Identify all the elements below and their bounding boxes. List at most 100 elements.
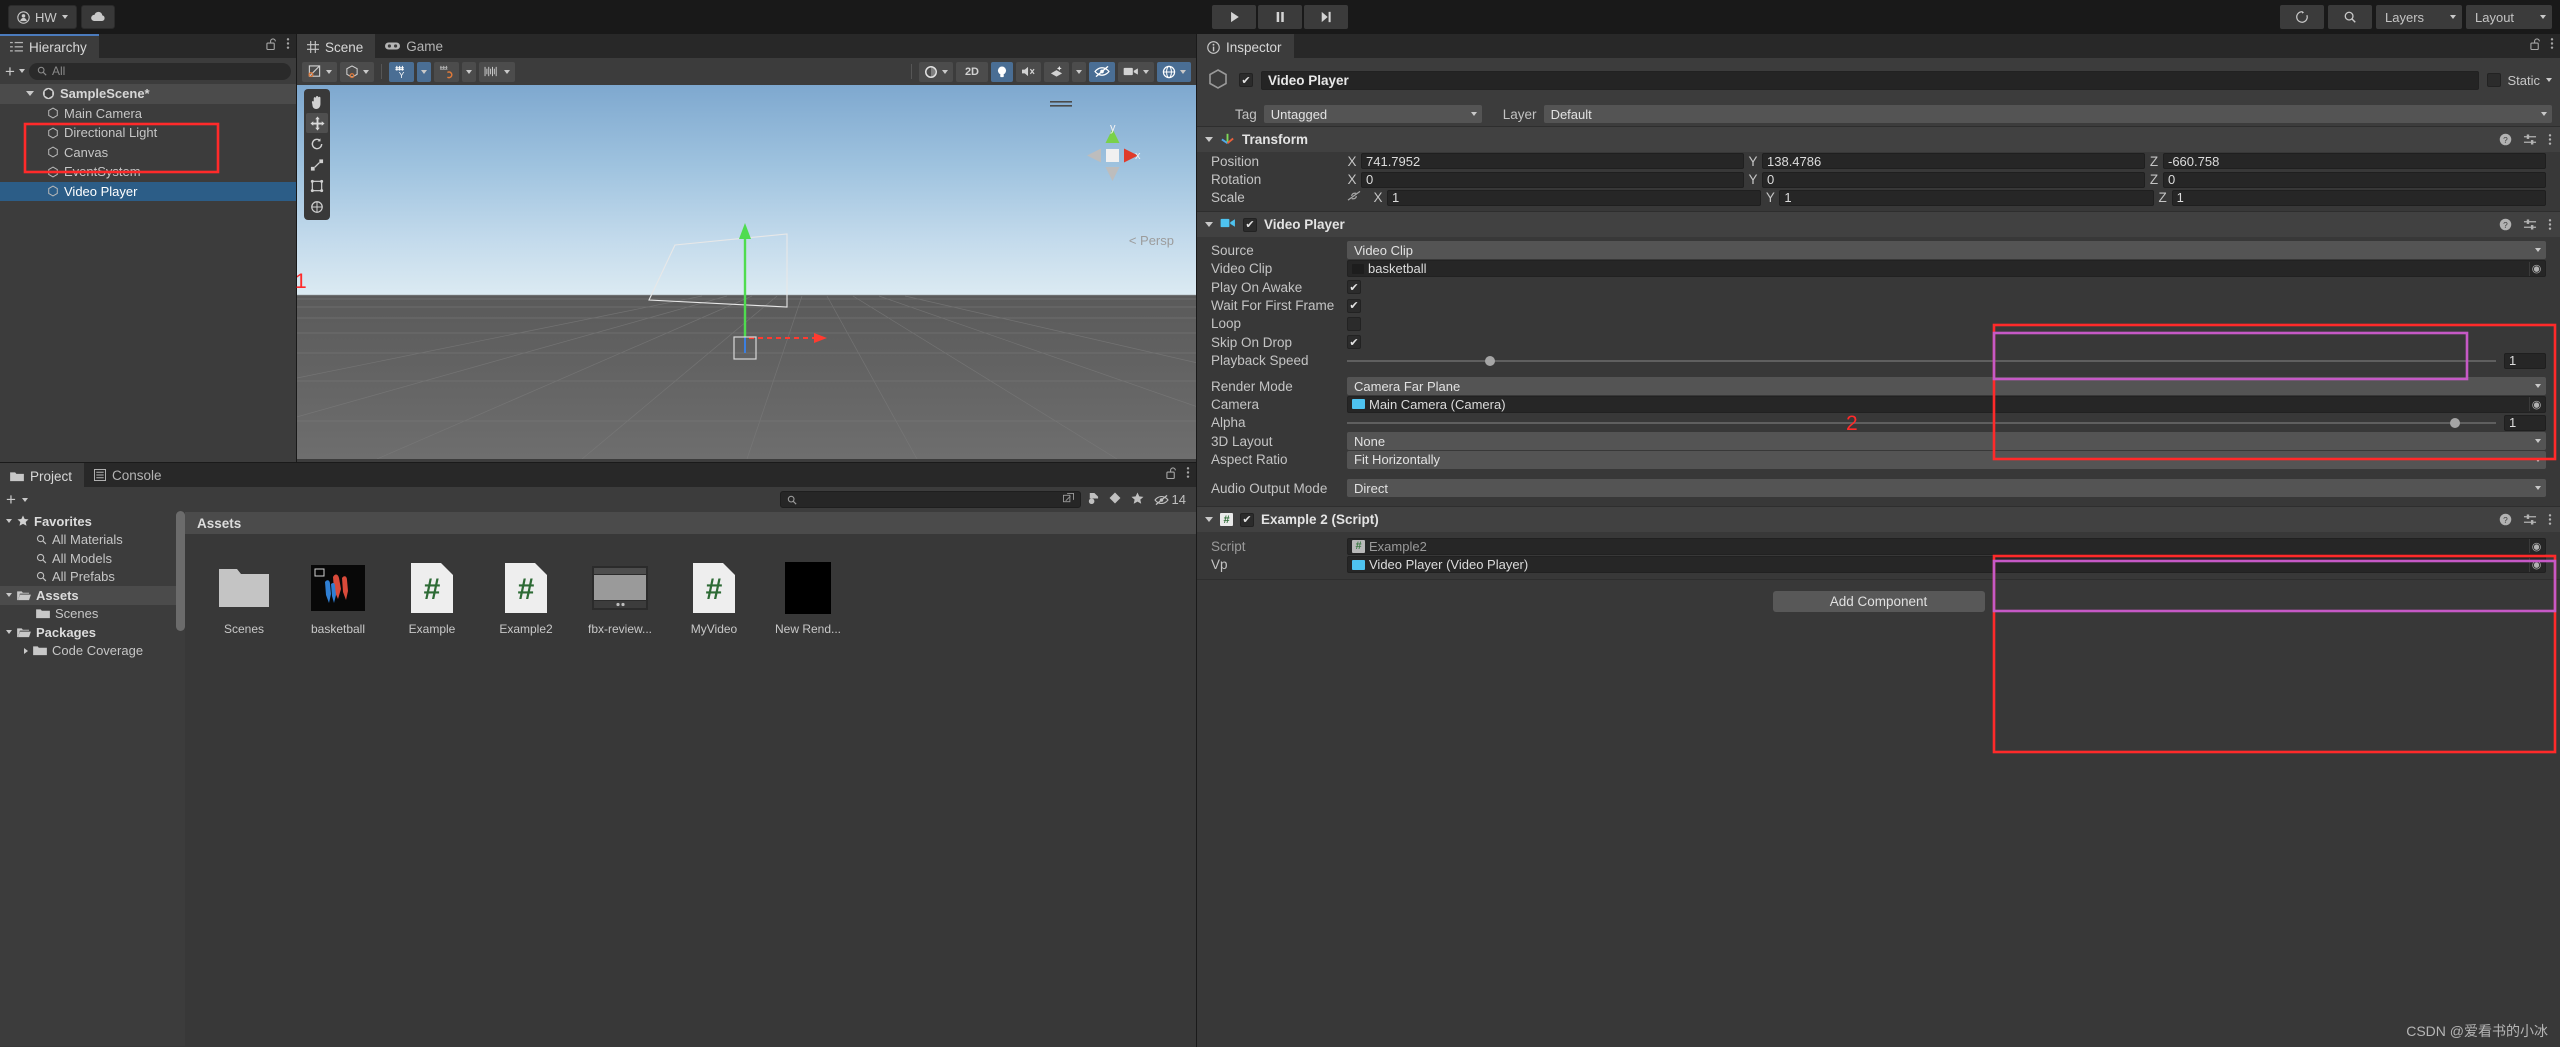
- transform-scale-z[interactable]: 1: [2171, 189, 2546, 206]
- script-component-header[interactable]: # ✔ Example 2 (Script) ?: [1197, 506, 2560, 533]
- move-tool[interactable]: [306, 113, 328, 133]
- audio-toggle-button[interactable]: [1016, 61, 1041, 82]
- tab-console[interactable]: Console: [84, 463, 174, 487]
- hierarchy-scene-row[interactable]: SampleScene*: [0, 84, 296, 104]
- project-tree-item-assets[interactable]: Assets: [0, 586, 185, 605]
- lighting-toggle-button[interactable]: [991, 61, 1013, 82]
- chevron-down-icon[interactable]: [326, 69, 332, 74]
- playback-speed-track[interactable]: [1347, 355, 2496, 366]
- transform-component-header[interactable]: Transform ?: [1197, 126, 2560, 152]
- fx-dropdown[interactable]: [1072, 61, 1086, 82]
- hierarchy-search-input[interactable]: All: [28, 62, 291, 80]
- hierarchy-item-main-camera[interactable]: Main Camera: [0, 104, 296, 124]
- script-enabled-checkbox[interactable]: ✔: [1240, 512, 1254, 527]
- pivot-mode-button[interactable]: [302, 61, 337, 82]
- project-tree-item-all-models[interactable]: All Models: [0, 549, 185, 568]
- foldout-arrow-icon[interactable]: [26, 91, 34, 97]
- asset-item[interactable]: # Example: [397, 560, 467, 636]
- play-on-awake-checkbox[interactable]: ✔: [1347, 280, 1361, 295]
- ruler-button[interactable]: [479, 61, 515, 82]
- hidden-objects-toggle[interactable]: [1089, 61, 1115, 82]
- render-mode-dropdown[interactable]: Camera Far Plane: [1347, 377, 2546, 396]
- project-tree-item-packages[interactable]: Packages: [0, 623, 185, 642]
- object-picker-icon[interactable]: ◉: [2529, 539, 2543, 554]
- tab-game[interactable]: Game: [375, 34, 455, 58]
- playback-speed-value[interactable]: 1: [2504, 352, 2546, 369]
- object-picker-icon[interactable]: ◉: [2529, 261, 2543, 276]
- foldout-arrow-icon[interactable]: [6, 593, 12, 598]
- aspect-dropdown[interactable]: Fit Horizontally: [1347, 450, 2546, 469]
- asset-item[interactable]: # MyVideo: [679, 560, 749, 636]
- playback-speed-slider[interactable]: 1: [1347, 352, 2560, 369]
- foldout-arrow-icon[interactable]: [6, 519, 12, 524]
- asset-item[interactable]: New Rend...: [773, 560, 843, 636]
- fx-toggle-button[interactable]: [1044, 61, 1069, 82]
- chevron-down-icon[interactable]: [21, 497, 28, 502]
- foldout-arrow-icon[interactable]: [1205, 137, 1213, 142]
- vp-object-field[interactable]: Video Player (Video Player) ◉: [1347, 556, 2546, 574]
- rect-tool[interactable]: [306, 176, 328, 196]
- transform-position-x[interactable]: 741.7952: [1361, 153, 1744, 170]
- scene-camera-button[interactable]: [1118, 61, 1154, 82]
- foldout-arrow-icon[interactable]: [24, 647, 28, 654]
- project-tree-item-favorites[interactable]: Favorites: [0, 512, 185, 531]
- magnet-snap-button[interactable]: [434, 61, 459, 82]
- 2d-toggle-button[interactable]: 2D: [955, 61, 988, 82]
- grid-snap-button[interactable]: Y: [389, 61, 414, 82]
- alpha-slider[interactable]: 1: [1347, 414, 2560, 431]
- object-picker-icon[interactable]: ◉: [2529, 557, 2543, 572]
- pause-button[interactable]: [1258, 5, 1302, 29]
- handle-space-button[interactable]: [340, 61, 374, 82]
- project-search-input[interactable]: [779, 491, 1081, 508]
- asset-item[interactable]: Scenes: [209, 560, 279, 636]
- hand-tool[interactable]: [306, 92, 328, 112]
- alpha-knob[interactable]: [2450, 417, 2461, 428]
- videoplayer-component-header[interactable]: ✔ Video Player ?: [1197, 211, 2560, 238]
- shading-mode-button[interactable]: [918, 61, 953, 82]
- tab-project[interactable]: Project: [0, 463, 85, 487]
- chevron-down-icon[interactable]: [1076, 69, 1082, 74]
- project-tree-item-code-coverage[interactable]: Code Coverage: [0, 642, 185, 661]
- videoclip-object-field[interactable]: basketball ◉: [1347, 260, 2546, 278]
- magnet-snap-dropdown[interactable]: [462, 61, 476, 82]
- foldout-arrow-icon[interactable]: [6, 630, 12, 635]
- search-button[interactable]: [2328, 5, 2372, 29]
- transform-position-y[interactable]: 138.4786: [1762, 153, 2145, 170]
- chevron-down-icon[interactable]: [941, 69, 948, 74]
- object-picker-icon[interactable]: ◉: [2529, 397, 2543, 412]
- chevron-down-icon[interactable]: [1143, 69, 1149, 74]
- step-button[interactable]: [1304, 5, 1348, 29]
- gizmos-toggle-button[interactable]: [1157, 61, 1191, 82]
- chevron-down-icon[interactable]: [466, 69, 472, 74]
- search-expand-icon[interactable]: [1062, 492, 1074, 507]
- asset-item[interactable]: basketball: [303, 560, 373, 636]
- project-add-button[interactable]: +: [6, 491, 16, 508]
- scale-tool[interactable]: [306, 155, 328, 175]
- play-button[interactable]: [1212, 5, 1256, 29]
- chevron-down-icon[interactable]: [421, 69, 427, 74]
- foldout-arrow-icon[interactable]: [1205, 517, 1213, 523]
- asset-item[interactable]: # Example2: [491, 560, 561, 636]
- layer-dropdown[interactable]: Default: [1543, 105, 2552, 123]
- transform-scale-x[interactable]: 1: [1387, 189, 1762, 206]
- tab-inspector[interactable]: Inspector: [1197, 34, 1294, 58]
- transform-position-z[interactable]: -660.758: [2163, 153, 2546, 170]
- alpha-value[interactable]: 1: [2504, 414, 2546, 431]
- chevron-down-icon[interactable]: [1180, 69, 1186, 74]
- chevron-down-icon[interactable]: [504, 69, 510, 74]
- project-tree-item-scenes[interactable]: Scenes: [0, 605, 185, 624]
- transform-scale-y[interactable]: 1: [1779, 189, 2154, 206]
- layers-dropdown[interactable]: Layers: [2376, 5, 2462, 29]
- transform-rotation-x[interactable]: 0: [1361, 171, 1744, 188]
- alpha-track[interactable]: [1347, 417, 2496, 428]
- tab-scene[interactable]: Scene: [297, 34, 376, 58]
- videoplayer-enabled-checkbox[interactable]: ✔: [1243, 217, 1257, 232]
- perspective-label[interactable]: < Persp: [1129, 233, 1174, 248]
- tab-hierarchy[interactable]: Hierarchy: [0, 34, 99, 58]
- history-button[interactable]: [2280, 5, 2324, 29]
- skip-on-drop-checkbox[interactable]: ✔: [1347, 335, 1361, 350]
- transform-rotation-y[interactable]: 0: [1762, 171, 2145, 188]
- asset-item[interactable]: fbx-review...: [585, 560, 655, 636]
- scene-viewport[interactable]: y x < Persp: [297, 85, 1196, 459]
- favorite-star-icon[interactable]: [1130, 492, 1144, 508]
